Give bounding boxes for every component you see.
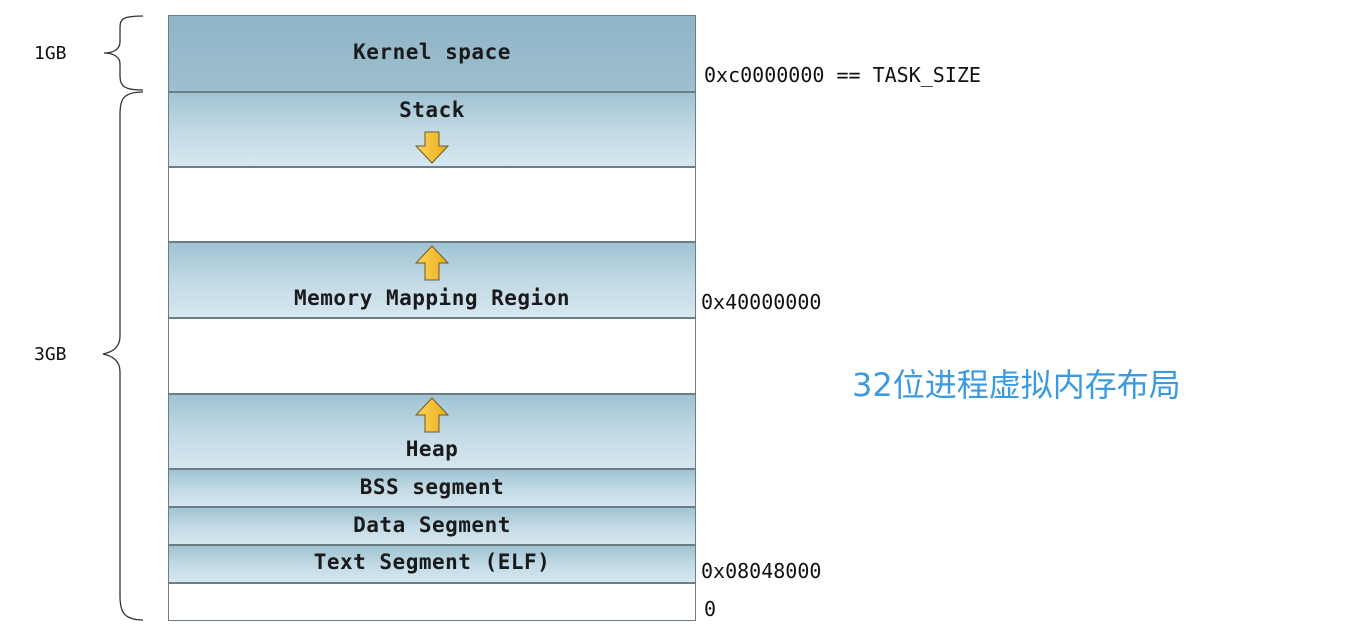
user-size-label: 3GB [34,344,67,365]
mmap-base-address: 0x40000000 [701,290,822,314]
kernel-space-segment: Kernel space [168,15,696,92]
stack-gap [168,167,696,242]
mmap-label: Memory Mapping Region [293,286,570,310]
data-label: Data Segment [353,513,511,537]
reserved-segment [168,583,696,621]
task-size-address: 0xc0000000 == TASK_SIZE [704,63,981,87]
zero-address: 0 [704,597,717,621]
bss-label: BSS segment [359,475,505,499]
stack-label: Stack [399,98,465,122]
heap-label: Heap [405,437,459,461]
heap-segment: Heap [168,394,696,469]
text-label: Text Segment (ELF) [313,550,551,574]
heap-gap [168,318,696,394]
data-segment: Data Segment [168,507,696,545]
kernel-space-label: Kernel space [353,40,511,64]
text-segment: Text Segment (ELF) [168,545,696,583]
memory-layout-diagram: 1GB 3GB Kernel space Stack Memory Mappin… [0,0,1360,634]
kernel-size-label: 1GB [34,43,67,64]
text-base-address: 0x08048000 [701,559,822,583]
arrow-up-icon [414,245,450,281]
bss-segment: BSS segment [168,469,696,507]
diagram-title: 32位进程虚拟内存布局 [852,366,1181,404]
arrow-down-icon [414,131,450,164]
mmap-segment: Memory Mapping Region [168,242,696,318]
arrow-up-icon [414,397,450,433]
kernel-brace [103,15,144,91]
stack-segment: Stack [168,92,696,167]
user-brace [102,91,144,621]
